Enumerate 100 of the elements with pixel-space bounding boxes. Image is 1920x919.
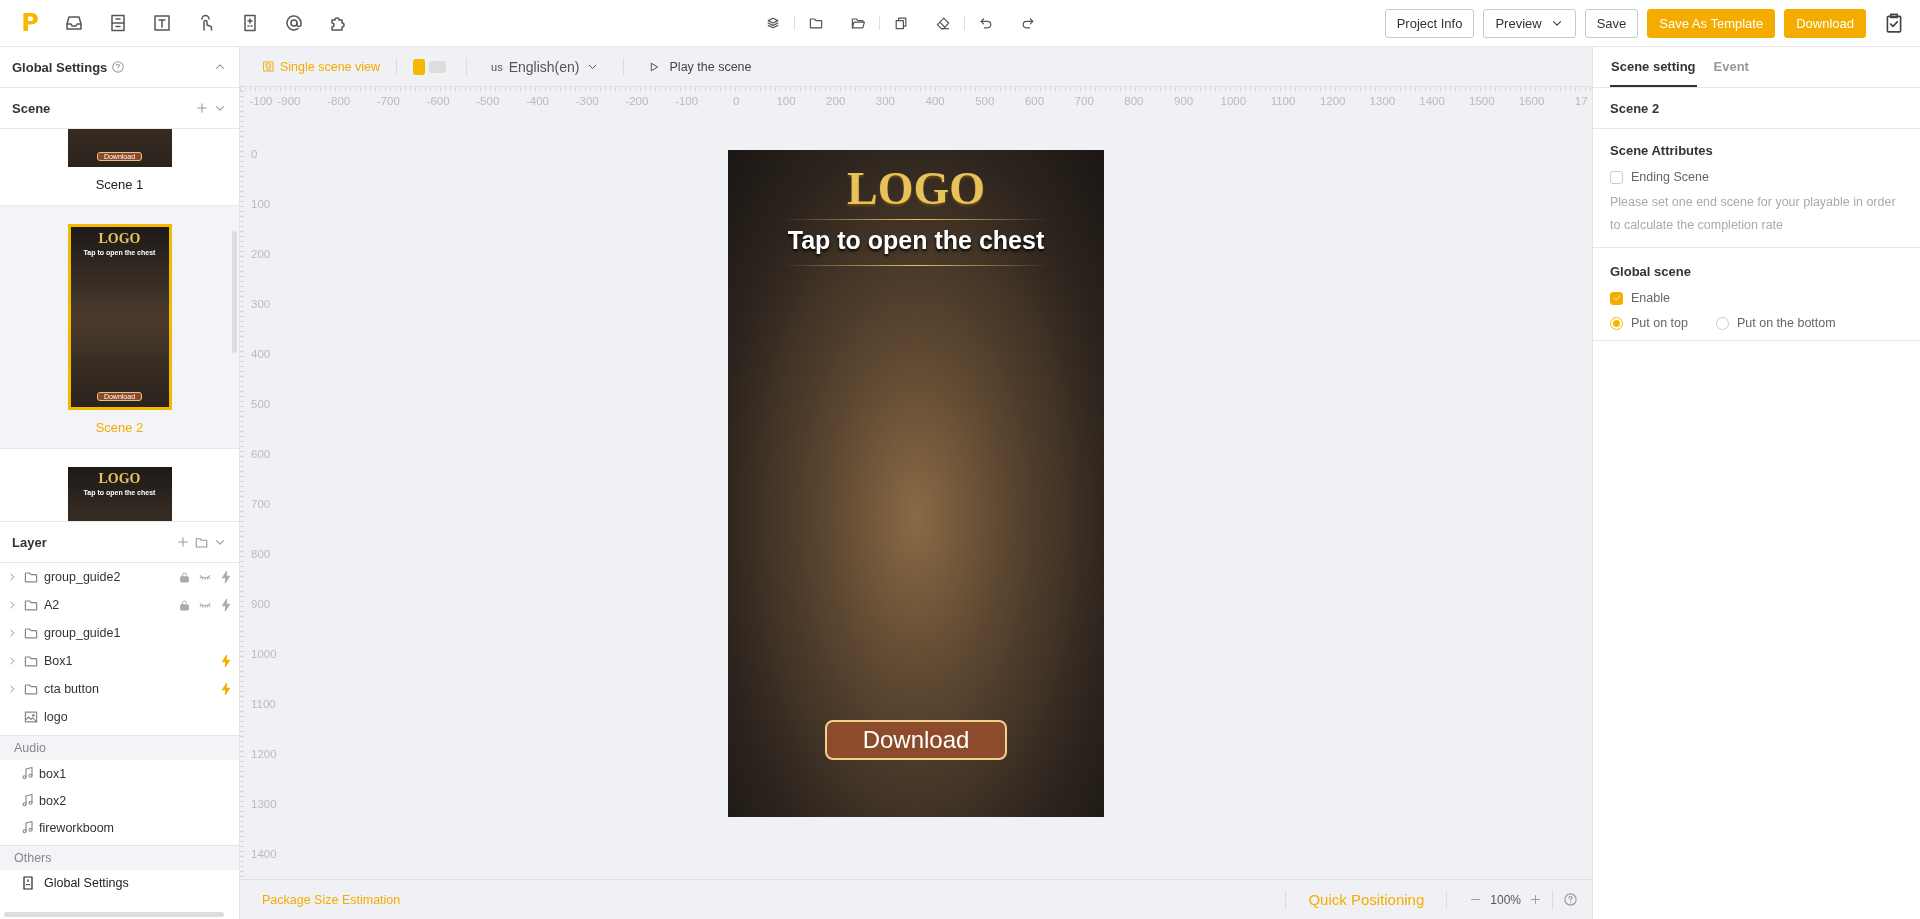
- layer-name[interactable]: cta button: [44, 682, 99, 696]
- portrait-toggle[interactable]: [413, 58, 426, 75]
- preview-caption: Tap to open the chest: [787, 226, 1045, 255]
- scene-name: Scene 2: [1593, 88, 1920, 129]
- help-icon[interactable]: [1563, 892, 1578, 907]
- folder-open-icon[interactable]: [850, 15, 866, 31]
- audio-name[interactable]: box2: [39, 793, 67, 808]
- section-title: Global scene: [1610, 263, 1692, 281]
- undo-icon[interactable]: [978, 15, 994, 31]
- download-cta-button[interactable]: Download: [824, 720, 1008, 760]
- checkbox-label: Ending Scene: [1631, 170, 1709, 184]
- ruler-label: -100: [249, 95, 273, 107]
- ruler-label: -800: [327, 95, 351, 107]
- help-icon[interactable]: [111, 60, 126, 74]
- logo-text: LOGO: [847, 162, 985, 215]
- language-dropdown[interactable]: us English(en): [483, 58, 607, 75]
- ruler-label: 1100: [1270, 95, 1296, 107]
- ruler-label: 700: [1074, 95, 1094, 107]
- image-icon: [23, 709, 39, 725]
- ruler-label: -100: [675, 95, 699, 107]
- play-scene-button[interactable]: Play the scene: [639, 59, 760, 74]
- scene-label[interactable]: Scene 1: [95, 175, 144, 195]
- ruler-label: 1300: [1369, 95, 1396, 107]
- ruler-label: 700: [251, 498, 271, 510]
- lightning-icon[interactable]: [219, 570, 233, 584]
- layers-icon[interactable]: [765, 15, 781, 31]
- music-note-icon: [20, 766, 35, 781]
- ruler-label: 400: [251, 348, 271, 360]
- ruler-label: 1600: [1518, 95, 1545, 107]
- layer-name[interactable]: group_guide2: [44, 570, 121, 584]
- ruler-label: 200: [826, 95, 846, 107]
- ruler-label: 300: [251, 298, 271, 310]
- preview-dropdown[interactable]: Preview: [1483, 8, 1576, 38]
- add-icon[interactable]: [176, 535, 190, 549]
- lock-icon[interactable]: [178, 598, 191, 612]
- cabinet-icon[interactable]: [108, 13, 128, 33]
- radio-label: Put on the bottom: [1737, 316, 1836, 330]
- horizontal-scrollbar[interactable]: [4, 912, 224, 917]
- ruler-label: -300: [575, 95, 599, 107]
- lock-icon[interactable]: [178, 570, 191, 584]
- toolbar-button[interactable]: Save: [1584, 8, 1639, 38]
- phone-settings-icon: [20, 875, 36, 891]
- redo-icon[interactable]: [1020, 15, 1036, 31]
- ruler-label: -900: [277, 95, 301, 107]
- hint-text: Please set one end scene for your playable in order to calculate the completion rate: [1610, 194, 1897, 234]
- layer-section-title: Layer: [12, 534, 47, 550]
- folder-icon: [23, 625, 39, 641]
- lightning-icon[interactable]: [219, 654, 233, 668]
- ruler-label: 1000: [1220, 95, 1247, 107]
- landscape-toggle[interactable]: [429, 60, 447, 73]
- scene-frame-icon: [262, 60, 275, 73]
- checkbox[interactable]: [1610, 291, 1623, 305]
- scrollbar-thumb[interactable]: [232, 231, 237, 353]
- add-icon[interactable]: [195, 101, 209, 115]
- ruler-label: 600: [251, 448, 271, 460]
- scene-section-title: Scene: [12, 100, 51, 116]
- layer-name[interactable]: group_guide1: [44, 626, 121, 640]
- ruler-label: -200: [625, 95, 649, 107]
- folder-icon: [23, 681, 39, 697]
- checkbox-label: Enable: [1631, 291, 1670, 305]
- ruler-label: 1500: [1469, 95, 1495, 107]
- zoom-in-icon[interactable]: [1529, 893, 1542, 906]
- audio-name[interactable]: fireworkboom: [39, 820, 115, 835]
- audio-name[interactable]: box1: [39, 766, 67, 781]
- ruler-label: -500: [476, 95, 500, 107]
- ruler-label: 500: [975, 95, 995, 107]
- thumbnail-logo-text: LOGO: [98, 231, 141, 247]
- eraser-icon[interactable]: [935, 15, 951, 31]
- ruler-label: 1000: [251, 648, 277, 660]
- others-section-title: Others: [0, 845, 239, 870]
- inbox-icon[interactable]: [64, 13, 84, 33]
- at-sign-icon[interactable]: [284, 13, 304, 33]
- checkbox[interactable]: [1610, 170, 1623, 184]
- copy-icon[interactable]: [893, 15, 909, 31]
- folder-icon: [23, 653, 39, 669]
- ruler-label: 600: [1024, 95, 1045, 107]
- text-icon[interactable]: [152, 13, 172, 33]
- others-item[interactable]: Global Settings: [44, 876, 129, 890]
- check-icon: [1611, 293, 1622, 303]
- folder-icon: [23, 569, 39, 585]
- ruler-label: 1400: [1419, 95, 1445, 107]
- ruler-label: 1200: [1319, 95, 1346, 107]
- ruler-label: 900: [1174, 95, 1194, 107]
- layer-name[interactable]: Box1: [44, 654, 73, 668]
- folder-icon: [23, 597, 39, 613]
- lightning-icon[interactable]: [219, 598, 233, 612]
- ruler-label: 500: [251, 398, 271, 410]
- toolbar-button[interactable]: Project Info: [1384, 8, 1475, 38]
- ruler-label: 800: [251, 548, 271, 560]
- zoom-level: 100%: [1490, 892, 1521, 907]
- ruler-label: 1300: [251, 798, 277, 810]
- global-settings-title: Global Settings: [12, 59, 108, 75]
- layer-name[interactable]: logo: [44, 710, 68, 724]
- panel-tab[interactable]: Scene setting: [1610, 47, 1697, 87]
- music-note-icon: [20, 820, 35, 835]
- lightning-icon[interactable]: [219, 682, 233, 696]
- radio-label: Put on top: [1631, 316, 1688, 330]
- layer-name[interactable]: A2: [44, 598, 60, 612]
- folder-icon[interactable]: [808, 15, 824, 31]
- ruler-label: 100: [776, 95, 796, 107]
